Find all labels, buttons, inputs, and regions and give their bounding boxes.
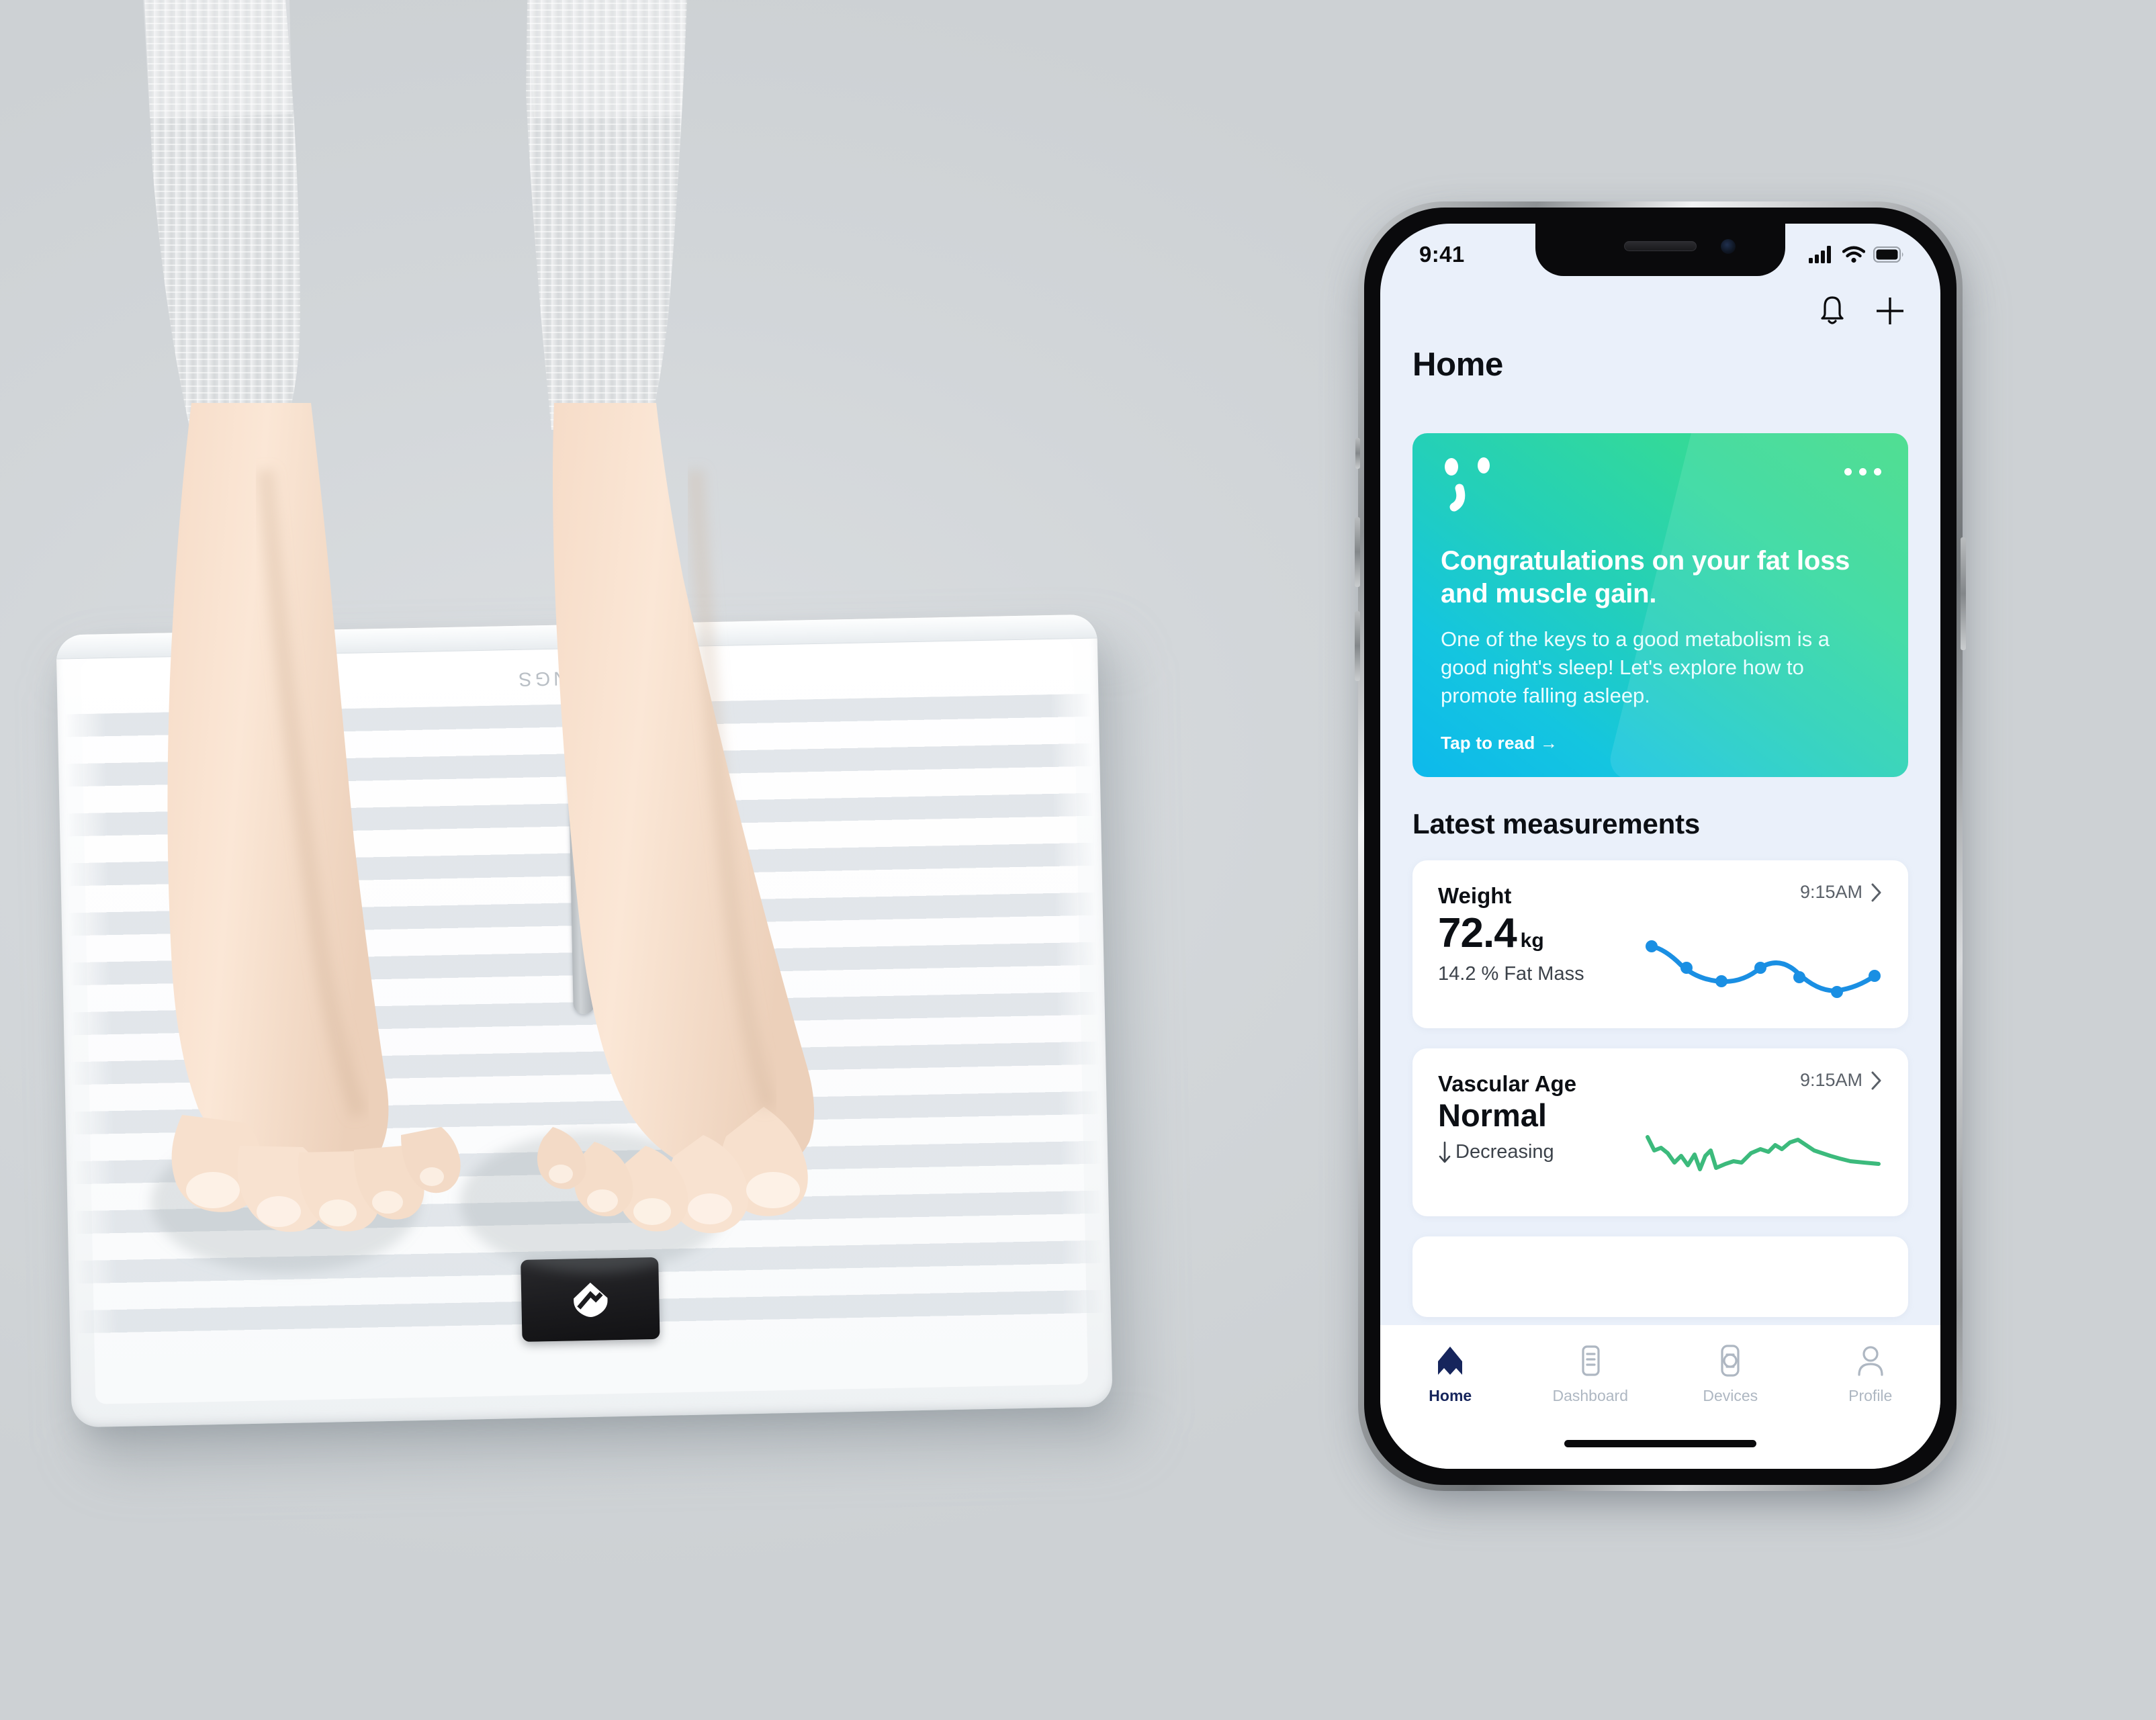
section-title-latest-measurements: Latest measurements	[1412, 808, 1701, 840]
weight-timestamp: 9:15AM	[1799, 882, 1862, 902]
weight-label: Weight	[1438, 883, 1512, 908]
phone-screen: 9:41 Home Congratulations on your fat lo…	[1380, 224, 1940, 1469]
more-horizontal-icon	[1874, 468, 1881, 476]
tab-profile[interactable]: Profile	[1801, 1343, 1941, 1469]
vascular-timestamp: 9:15AM	[1799, 1070, 1862, 1090]
status-time: 9:41	[1419, 242, 1465, 267]
dashboard-icon	[1582, 1345, 1600, 1376]
home-icon	[1438, 1347, 1463, 1375]
page-title: Home	[1412, 347, 1503, 383]
promo-menu-button[interactable]	[1844, 468, 1881, 476]
signal-bars-icon	[1809, 246, 1831, 263]
add-button[interactable]	[1872, 293, 1908, 329]
notch	[1535, 224, 1785, 276]
profile-icon	[1858, 1346, 1883, 1376]
promo-body: One of the keys to a good metabolism is …	[1441, 627, 1830, 707]
notifications-button[interactable]	[1814, 293, 1850, 329]
weight-sparkline-chart	[1646, 940, 1881, 998]
header-actions	[1412, 285, 1908, 336]
tab-dashboard-label: Dashboard	[1552, 1387, 1629, 1404]
smiley-face-icon	[1445, 457, 1490, 512]
volume-down-button[interactable]	[1355, 611, 1360, 681]
bell-icon	[1821, 296, 1844, 324]
wifi-icon	[1842, 246, 1865, 263]
tab-profile-label: Profile	[1848, 1387, 1893, 1404]
more-horizontal-icon	[1844, 468, 1852, 476]
devices-icon	[1721, 1345, 1740, 1377]
arrow-down-icon	[1439, 1141, 1451, 1163]
person-legs-and-feet	[143, 0, 815, 1273]
tab-dashboard[interactable]: Dashboard	[1521, 1343, 1661, 1469]
vascular-age-label: Vascular Age	[1438, 1071, 1577, 1096]
plus-icon	[1877, 298, 1903, 324]
volume-up-button[interactable]	[1355, 517, 1360, 587]
app-header: Home	[1380, 276, 1940, 383]
chevron-right-icon	[1871, 1071, 1881, 1089]
chevron-right-icon	[1871, 883, 1881, 901]
tab-home[interactable]: Home	[1380, 1343, 1521, 1469]
measurement-card-partial[interactable]	[1412, 1236, 1908, 1317]
tab-bar: Home Dashboard Devices Profile	[1380, 1325, 1940, 1469]
vascular-age-line-chart	[1646, 1135, 1881, 1171]
vascular-age-trend-label: Decreasing	[1455, 1141, 1554, 1163]
phone-frame: 9:41 Home Congratulations on your fat lo…	[1355, 201, 1966, 1491]
measurement-card-weight[interactable]: Weight 72.4 kg 14.2 % Fat Mass 9:15AM	[1412, 860, 1908, 1028]
promo-title: Congratulations on your fat loss and mus…	[1441, 546, 1850, 608]
tab-devices-label: Devices	[1703, 1387, 1758, 1404]
vascular-timestamp-row: 9:15AM	[1800, 1070, 1883, 1091]
mute-switch-button[interactable]	[1355, 438, 1360, 469]
promo-card[interactable]: Congratulations on your fat loss and mus…	[1412, 433, 1908, 777]
weight-unit: kg	[1520, 930, 1544, 952]
tab-home-label: Home	[1429, 1387, 1472, 1404]
power-button[interactable]	[1961, 537, 1966, 650]
measurement-card-vascular-age[interactable]: Vascular Age Normal Decreasing 9:15AM	[1412, 1048, 1908, 1216]
more-horizontal-icon	[1859, 468, 1867, 476]
weight-value: 72.4	[1438, 910, 1517, 956]
smart-scale: WITHINGS	[56, 0, 1145, 1471]
smartphone: 9:41 Home Congratulations on your fat lo…	[1355, 201, 1966, 1500]
home-indicator[interactable]	[1564, 1440, 1756, 1447]
phone-bezel: 9:41 Home Congratulations on your fat lo…	[1364, 208, 1957, 1485]
earpiece-speaker-icon	[1624, 241, 1697, 251]
tab-devices[interactable]: Devices	[1660, 1343, 1801, 1469]
app-content: Congratulations on your fat loss and mus…	[1380, 425, 1940, 1469]
promo-cta-link[interactable]: Tap to read →	[1441, 733, 1880, 754]
weight-timestamp-row: 9:15AM	[1800, 882, 1883, 903]
front-camera-icon	[1721, 239, 1736, 254]
battery-full-icon	[1873, 246, 1903, 263]
status-indicators	[1809, 236, 1904, 263]
